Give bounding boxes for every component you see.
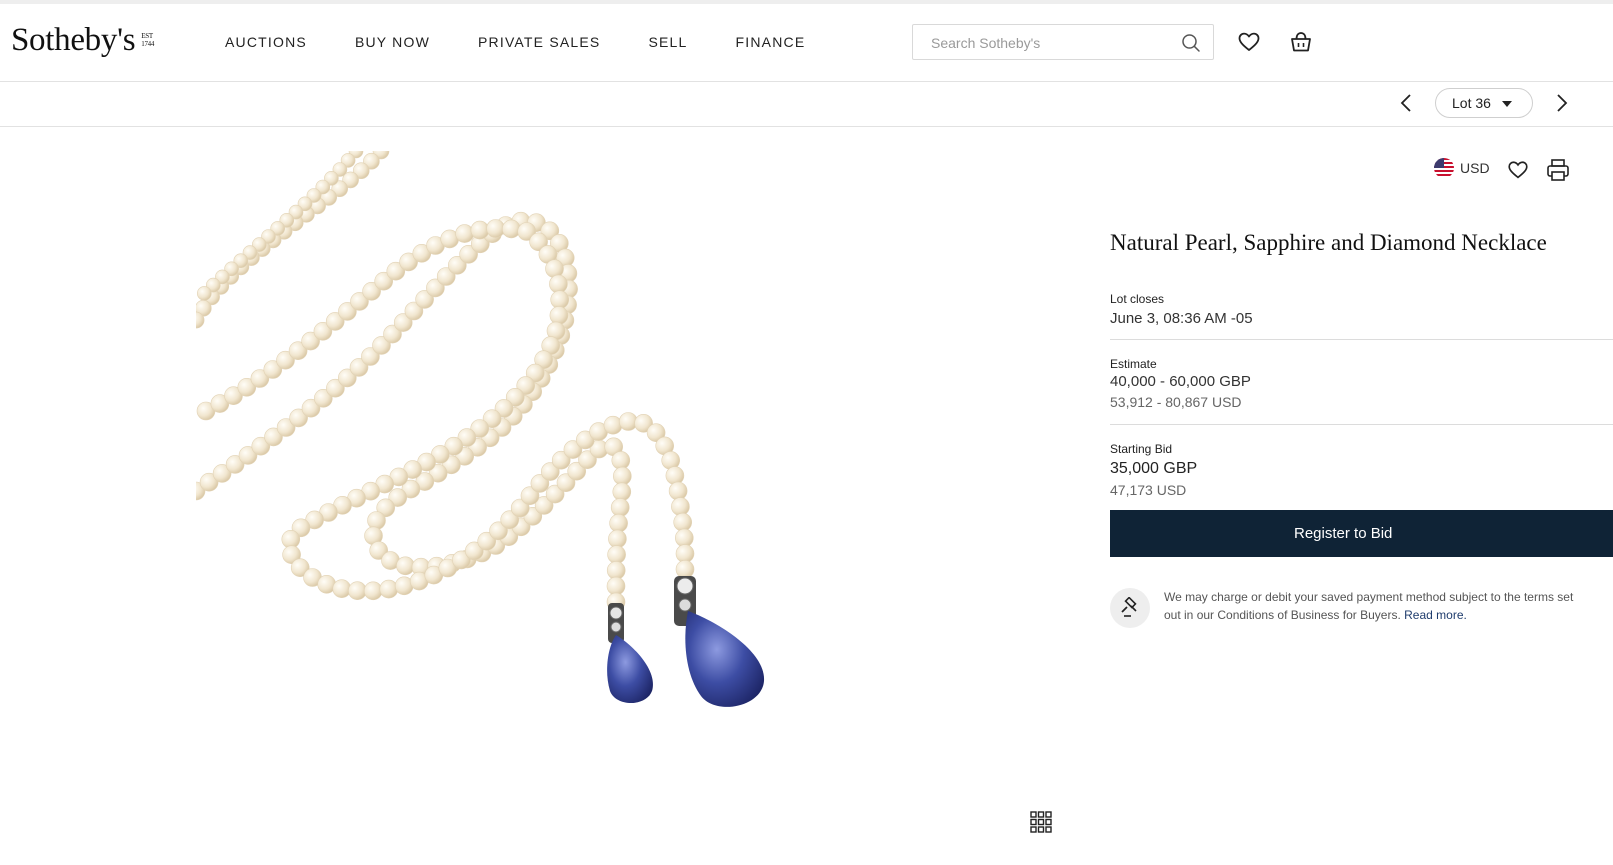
pearl bbox=[612, 482, 632, 502]
shopping-bag-icon[interactable] bbox=[1288, 29, 1314, 55]
pearl bbox=[470, 220, 490, 240]
pearl bbox=[606, 576, 626, 596]
previous-lot-chevron-icon[interactable] bbox=[1396, 92, 1418, 114]
main-nav: AUCTIONS BUY NOW PRIVATE SALES SELL FINA… bbox=[225, 34, 853, 50]
logo-est-mark: EST 1744 bbox=[141, 32, 154, 48]
pearl bbox=[501, 219, 521, 239]
next-lot-chevron-icon[interactable] bbox=[1550, 92, 1572, 114]
lot-selector-dropdown[interactable]: Lot 36 bbox=[1435, 88, 1533, 118]
gallery-grid-icon[interactable] bbox=[1030, 811, 1052, 833]
starting-bid-usd: 47,173 USD bbox=[1110, 482, 1187, 498]
pearl bbox=[379, 579, 399, 599]
lot-navigation-bar: Lot 36 bbox=[0, 82, 1613, 127]
search-input[interactable] bbox=[929, 33, 1173, 53]
pearl bbox=[665, 466, 685, 485]
estimate-section: Estimate 40,000 - 60,000 GBP 53,912 - 80… bbox=[1110, 357, 1613, 410]
lot-closes-value: June 3, 08:36 AM -05 bbox=[1110, 310, 1253, 327]
payment-notice: We may charge or debit your saved paymen… bbox=[1164, 588, 1613, 624]
pearl bbox=[549, 274, 568, 294]
pearl bbox=[606, 561, 626, 580]
pearl bbox=[455, 224, 474, 243]
register-to-bid-button[interactable]: Register to Bid bbox=[1110, 510, 1613, 557]
pearl bbox=[545, 259, 564, 278]
pearl bbox=[675, 544, 695, 563]
caret-down-icon bbox=[1502, 101, 1512, 107]
logo-est-word: EST bbox=[141, 32, 153, 40]
register-to-bid-label: Register to Bid bbox=[1294, 525, 1393, 542]
lot-closes-section: Lot closes June 3, 08:36 AM -05 bbox=[1110, 292, 1613, 327]
logo-est-year: 1744 bbox=[141, 40, 155, 48]
pearl bbox=[549, 306, 569, 325]
pearl bbox=[675, 559, 695, 579]
read-more-link[interactable]: Read more. bbox=[1404, 608, 1467, 622]
payment-notice-text-2: out in our Conditions of Business for Bu… bbox=[1164, 608, 1401, 622]
pearl bbox=[607, 545, 626, 564]
pearl bbox=[674, 528, 694, 548]
pearl bbox=[348, 581, 367, 601]
estimate-gbp: 40,000 - 60,000 GBP bbox=[1110, 373, 1251, 390]
pearl bbox=[367, 511, 386, 530]
lot-selector-label: Lot 36 bbox=[1452, 95, 1491, 111]
sothebys-logo[interactable]: Sotheby's EST 1744 bbox=[11, 20, 154, 60]
starting-bid-gbp: 35,000 GBP bbox=[1110, 460, 1198, 477]
lot-title: Natural Pearl, Sapphire and Diamond Neck… bbox=[1110, 230, 1547, 255]
pearl bbox=[332, 579, 352, 599]
logo-wordmark: Sotheby's bbox=[11, 21, 136, 58]
pearl bbox=[603, 415, 623, 435]
pearl bbox=[610, 498, 630, 517]
pearl bbox=[673, 512, 693, 532]
pearl bbox=[608, 529, 627, 549]
nav-auctions[interactable]: AUCTIONS bbox=[225, 34, 307, 50]
site-header: Sotheby's EST 1744 AUCTIONS BUY NOW PRIV… bbox=[0, 4, 1613, 82]
gavel-badge bbox=[1110, 588, 1150, 628]
pearl bbox=[668, 481, 688, 501]
pearl bbox=[609, 513, 628, 533]
lot-image-necklace[interactable] bbox=[196, 151, 816, 731]
payment-notice-line-1: We may charge or debit your saved paymen… bbox=[1164, 590, 1574, 604]
favorite-heart-icon[interactable] bbox=[1506, 158, 1530, 182]
pearl bbox=[486, 219, 505, 238]
divider bbox=[1110, 339, 1613, 340]
nav-finance[interactable]: FINANCE bbox=[736, 34, 806, 50]
currency-selector[interactable]: USD bbox=[1434, 158, 1490, 178]
payment-notice-line-2: out in our Conditions of Business for Bu… bbox=[1164, 606, 1613, 624]
gavel-icon bbox=[1121, 597, 1137, 617]
pearl bbox=[396, 556, 415, 576]
divider bbox=[1110, 424, 1613, 425]
pearl bbox=[612, 466, 632, 486]
pearl bbox=[611, 451, 631, 470]
pearl bbox=[550, 290, 570, 309]
estimate-label: Estimate bbox=[1110, 357, 1157, 371]
lot-closes-label: Lot closes bbox=[1110, 292, 1165, 306]
print-icon[interactable] bbox=[1546, 158, 1570, 182]
pearl bbox=[671, 497, 690, 516]
pearl bbox=[197, 286, 212, 301]
search-box bbox=[912, 24, 1214, 60]
pearl bbox=[363, 581, 383, 601]
nav-sell[interactable]: SELL bbox=[648, 34, 687, 50]
starting-bid-label: Starting Bid bbox=[1110, 442, 1173, 456]
sapphire-pendant-right bbox=[674, 576, 765, 707]
sapphire-pendant-left bbox=[607, 603, 653, 703]
us-flag-icon bbox=[1434, 158, 1454, 178]
estimate-usd: 53,912 - 80,867 USD bbox=[1110, 394, 1242, 410]
heart-icon[interactable] bbox=[1236, 29, 1262, 55]
currency-label: USD bbox=[1460, 160, 1490, 176]
nav-private-sales[interactable]: PRIVATE SALES bbox=[478, 34, 600, 50]
starting-bid-section: Starting Bid 35,000 GBP 47,173 USD bbox=[1110, 442, 1613, 498]
nav-buy-now[interactable]: BUY NOW bbox=[355, 34, 430, 50]
search-icon[interactable] bbox=[1181, 33, 1201, 53]
